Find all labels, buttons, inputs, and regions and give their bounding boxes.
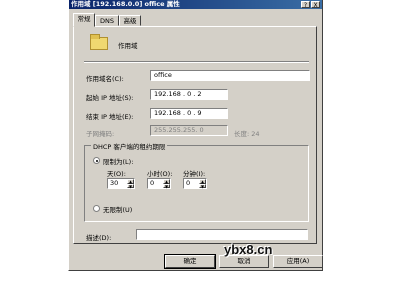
lease-duration-group: DHCP 客户端的租约期限 限制为(L): 天(O): 小时(O): 分钟(I)…: [84, 141, 309, 222]
lease-group-title: DHCP 客户端的租约期限: [91, 141, 168, 151]
minutes-label: 分钟(I):: [183, 170, 206, 178]
start-ip-label: 起始 IP 地址(S):: [86, 94, 134, 102]
minutes-stepper[interactable]: 0 ▲ ▼: [183, 178, 207, 189]
divider: [84, 61, 309, 63]
limited-label: 限制为(L):: [103, 158, 134, 166]
folder-icon: [90, 34, 108, 50]
hours-stepper[interactable]: 0 ▲ ▼: [147, 178, 171, 189]
end-ip-label: 结束 IP 地址(E):: [86, 113, 134, 121]
description-label: 描述(D):: [86, 234, 112, 242]
days-stepper[interactable]: 30 ▲ ▼: [107, 178, 135, 189]
hours-spin-buttons[interactable]: ▲ ▼: [163, 179, 170, 188]
scope-header-label: 作用域: [118, 42, 138, 50]
start-ip-input[interactable]: 192.168 . 0 . 2: [150, 89, 228, 100]
general-tab-panel: 作用域 作用域名(C): office 起始 IP 地址(S): 192.168…: [73, 26, 317, 244]
prefix-length-label: 长度: 24: [234, 130, 260, 138]
scope-name-input[interactable]: office: [150, 70, 310, 81]
description-input[interactable]: [136, 229, 308, 240]
days-value: 30: [110, 179, 119, 187]
tab-dns[interactable]: DNS: [95, 15, 119, 26]
help-icon[interactable]: ?: [301, 1, 310, 9]
unlimited-radio[interactable]: [93, 205, 100, 212]
ok-button[interactable]: 确定: [164, 254, 216, 269]
scope-name-label: 作用域名(C):: [86, 75, 124, 83]
close-icon[interactable]: X: [311, 1, 320, 9]
tab-general[interactable]: 常规: [73, 13, 95, 27]
subnet-mask-input: 255.255.255. 0: [150, 125, 228, 136]
minutes-value: 0: [186, 179, 191, 187]
minutes-spin-buttons[interactable]: ▲ ▼: [199, 179, 206, 188]
dialog-title: 作用域 [192.168.0.0] office 属性: [69, 0, 322, 9]
tab-advanced[interactable]: 高级: [119, 15, 141, 26]
apply-button[interactable]: 应用(A): [273, 255, 323, 268]
hours-label: 小时(O):: [147, 170, 173, 178]
days-spin-buttons[interactable]: ▲ ▼: [127, 179, 134, 188]
site-watermark: ybx8.cn: [224, 242, 273, 257]
end-ip-input[interactable]: 192.168 . 0 . 9: [150, 108, 228, 119]
limited-radio[interactable]: [93, 157, 100, 164]
scope-properties-dialog: 作用域 [192.168.0.0] office 属性 ? X 常规 DNS 高…: [68, 0, 323, 271]
subnet-mask-label: 子网掩码:: [86, 130, 115, 138]
unlimited-label: 无限制(U): [103, 206, 133, 214]
days-label: 天(O):: [107, 170, 126, 178]
hours-value: 0: [150, 179, 155, 187]
